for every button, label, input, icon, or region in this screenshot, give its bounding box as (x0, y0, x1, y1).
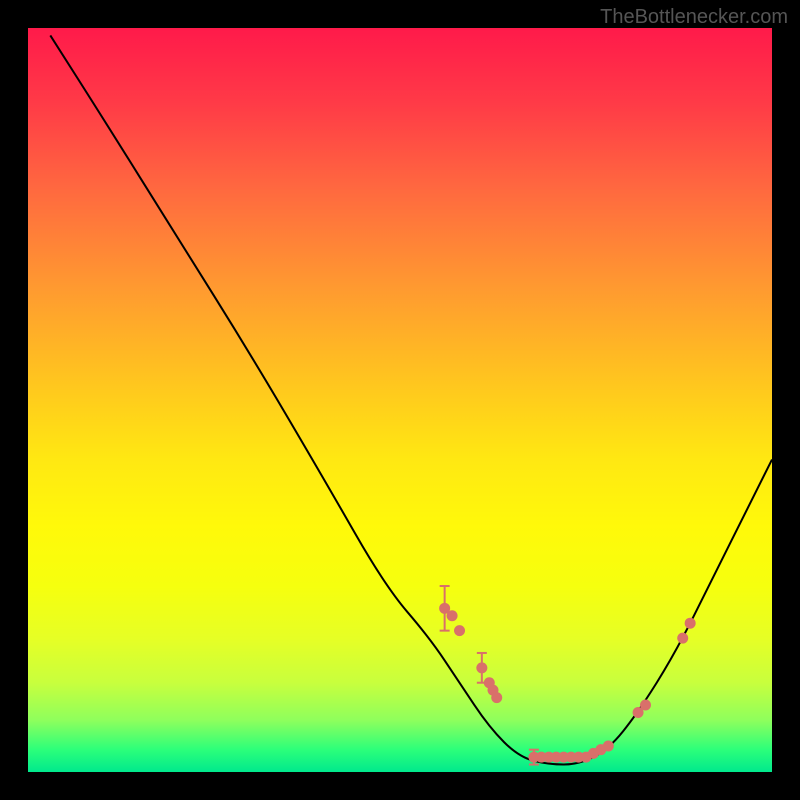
chart-data-point (454, 625, 465, 636)
chart-markers (439, 586, 696, 765)
chart-data-point (603, 740, 614, 751)
bottleneck-curve (50, 35, 772, 764)
chart-data-point (685, 618, 696, 629)
watermark-text: TheBottlenecker.com (600, 6, 788, 29)
chart-plot-area (28, 28, 772, 772)
chart-data-point (677, 633, 688, 644)
chart-data-point (640, 700, 651, 711)
chart-data-point (491, 692, 502, 703)
chart-data-point (447, 610, 458, 621)
chart-svg (28, 28, 772, 772)
